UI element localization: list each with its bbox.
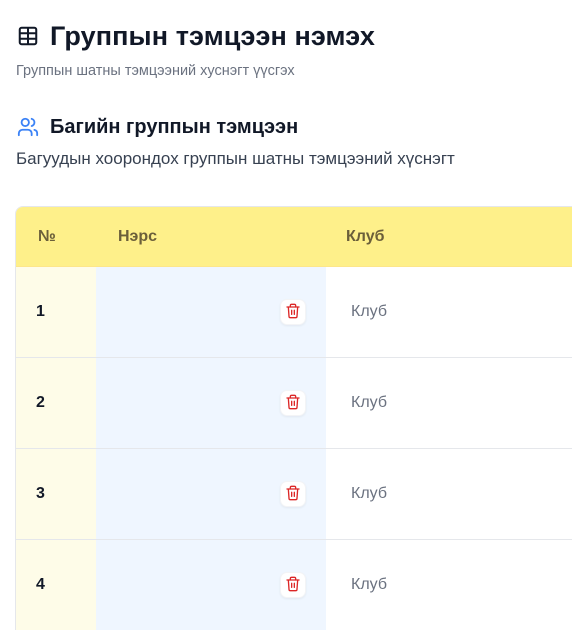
section-title: Багийн группын тэмцээн bbox=[50, 115, 299, 138]
table-row: 2 bbox=[16, 358, 572, 449]
names-cell[interactable] bbox=[96, 540, 326, 630]
row-number: 1 bbox=[16, 267, 96, 357]
title-row: Группын тэмцээн нэмэх bbox=[16, 18, 572, 54]
table-row: 4 bbox=[16, 540, 572, 630]
delete-button[interactable] bbox=[280, 572, 306, 598]
column-header-number: № bbox=[38, 227, 56, 245]
trash-icon bbox=[285, 303, 301, 322]
names-cell[interactable] bbox=[96, 358, 326, 448]
page-subtitle: Группын шатны тэмцээний хуснэгт үүсгэх bbox=[16, 63, 295, 79]
table-header: № Нэрс Клуб bbox=[16, 207, 572, 267]
trash-icon bbox=[285, 394, 301, 413]
table-row: 3 bbox=[16, 449, 572, 540]
club-cell bbox=[326, 449, 572, 539]
page-title: Группын тэмцээн нэмэх bbox=[50, 20, 376, 51]
page: Группын тэмцээн нэмэх Группын шатны тэмц… bbox=[0, 0, 572, 630]
row-number: 2 bbox=[16, 358, 96, 448]
club-cell bbox=[326, 358, 572, 448]
delete-button[interactable] bbox=[280, 299, 306, 325]
names-cell[interactable] bbox=[96, 449, 326, 539]
names-cell[interactable] bbox=[96, 267, 326, 357]
section-description: Багуудын хоорондох группын шатны тэмцээн… bbox=[16, 149, 455, 168]
club-cell bbox=[326, 267, 572, 357]
column-header-club: Клуб bbox=[346, 227, 385, 245]
section-header: Багийн группын тэмцээн Багуудын хоорондо… bbox=[16, 113, 572, 169]
row-number: 3 bbox=[16, 449, 96, 539]
users-icon bbox=[16, 115, 40, 139]
table-icon bbox=[16, 24, 40, 48]
group-table: № Нэрс Клуб 1 Клуб 2 Клуб 3 Клуб 4 Клуб bbox=[15, 206, 572, 630]
club-input[interactable] bbox=[351, 485, 551, 503]
club-input[interactable] bbox=[351, 576, 551, 594]
section-title-row: Багийн группын тэмцээн bbox=[16, 113, 572, 141]
trash-icon bbox=[285, 485, 301, 504]
club-input[interactable] bbox=[351, 303, 551, 321]
column-header-names: Нэрс bbox=[118, 227, 158, 245]
club-input[interactable] bbox=[351, 394, 551, 412]
delete-button[interactable] bbox=[280, 390, 306, 416]
trash-icon bbox=[285, 576, 301, 595]
club-cell bbox=[326, 540, 572, 630]
row-number: 4 bbox=[16, 540, 96, 630]
delete-button[interactable] bbox=[280, 481, 306, 507]
page-header: Группын тэмцээн нэмэх Группын шатны тэмц… bbox=[16, 18, 572, 80]
table-row: 1 bbox=[16, 267, 572, 358]
